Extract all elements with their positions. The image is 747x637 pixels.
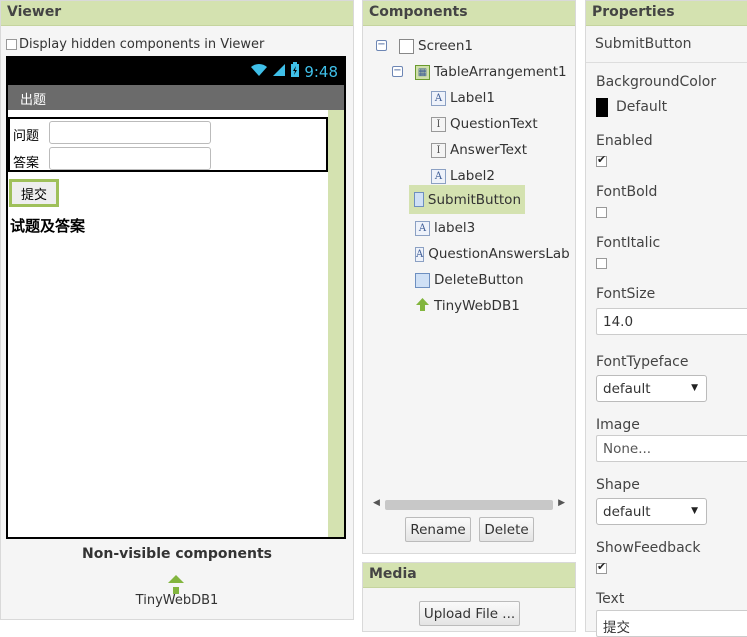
tree-item-label: TinyWebDB1 [434, 298, 520, 314]
fontitalic-label: FontItalic [596, 235, 661, 251]
tree-item-questionanswerslabel[interactable]: A QuestionAnswersLabe [415, 243, 570, 265]
tree-item-label: QuestionText [450, 116, 538, 132]
answer-text-input[interactable] [49, 147, 211, 170]
tinywebdb-icon [415, 297, 430, 316]
caret-down-icon: ▼ [691, 506, 698, 516]
upload-file-button[interactable]: Upload File ... [419, 601, 520, 626]
fonttypeface-value: default [603, 381, 651, 397]
table-arrangement[interactable]: 问题 答案 [8, 117, 328, 172]
backgroundcolor-label: BackgroundColor [596, 74, 717, 90]
viewer-panel: Viewer Display hidden components in View… [0, 0, 354, 620]
nonvisible-item-tinywebdb[interactable]: TinyWebDB1 [1, 593, 353, 608]
tree-item-questiontext[interactable]: I QuestionText [431, 113, 542, 135]
label-icon: A [431, 168, 446, 184]
screen-icon [399, 38, 414, 54]
tree-item-label: Label2 [450, 168, 496, 184]
backgroundcolor-swatch[interactable] [596, 98, 608, 117]
properties-panel: Properties SubmitButton BackgroundColor … [585, 0, 747, 637]
tree-item-label: Screen1 [418, 38, 474, 54]
viewer-header: Viewer [1, 1, 353, 26]
properties-header: Properties [586, 1, 747, 26]
components-panel: Components − Screen1 − ▦ TableArrangemen… [362, 0, 576, 554]
battery-icon [290, 62, 300, 81]
tree-item-tablearrangement1[interactable]: ▦ TableArrangement1 [415, 61, 571, 83]
enabled-checkbox[interactable] [596, 153, 607, 167]
image-label: Image [596, 417, 640, 433]
enabled-label: Enabled [596, 133, 653, 149]
tree-item-submitbutton[interactable]: SubmitButton [409, 185, 525, 214]
tinywebdb-arrow-head [168, 575, 184, 583]
phone-screen-body: 问题 答案 提交 试题及答案 [8, 110, 344, 537]
tree-item-label2[interactable]: A Label2 [431, 165, 499, 187]
backgroundcolor-value[interactable]: Default [616, 99, 667, 115]
display-hidden-label: Display hidden components in Viewer [19, 37, 265, 52]
scroll-thumb[interactable] [385, 500, 553, 510]
media-panel: Media Upload File ... [362, 562, 576, 632]
phone-status-bar: 9:48 [8, 58, 344, 85]
shape-label: Shape [596, 477, 640, 493]
media-header: Media [363, 563, 575, 588]
tinywebdb-icon[interactable] [168, 572, 184, 594]
tree-item-screen1[interactable]: Screen1 [399, 35, 477, 57]
tree-item-label: SubmitButton [427, 191, 521, 208]
tree-item-label3[interactable]: A label3 [415, 217, 479, 239]
wifi-icon [250, 63, 268, 80]
tree-item-label: QuestionAnswersLabe [428, 246, 570, 262]
display-hidden-checkbox-row[interactable]: Display hidden components in Viewer [6, 37, 264, 52]
phone-scrollbar[interactable] [328, 110, 344, 537]
showfeedback-checkbox[interactable] [596, 560, 607, 574]
tree-item-label: DeleteButton [434, 272, 524, 288]
phone-preview: 9:48 出题 问题 答案 提交 试题及答案 [6, 56, 346, 539]
tree-item-label: TableArrangement1 [434, 64, 567, 80]
fontsize-label: FontSize [596, 286, 656, 302]
signal-icon [272, 63, 286, 80]
fonttypeface-select[interactable]: default ▼ [596, 375, 707, 402]
rename-button[interactable]: Rename [405, 517, 471, 542]
display-hidden-checkbox[interactable] [6, 39, 17, 50]
scroll-right-icon[interactable]: ▶ [558, 498, 565, 508]
scroll-left-icon[interactable]: ◀ [373, 498, 380, 508]
properties-component-name: SubmitButton [586, 26, 747, 63]
label3-text[interactable]: 试题及答案 [10, 215, 85, 236]
components-horizontal-scrollbar[interactable]: ◀ ▶ [373, 498, 565, 510]
fontsize-input[interactable]: 14.0 [596, 308, 747, 335]
textbox-icon: I [431, 142, 446, 158]
fonttypeface-label: FontTypeface [596, 354, 689, 370]
answer-label[interactable]: 答案 [13, 152, 39, 171]
shape-value: default [603, 504, 651, 520]
table-arrangement-icon: ▦ [415, 64, 430, 80]
label-icon: A [415, 246, 425, 262]
phone-clock: 9:48 [304, 62, 338, 81]
components-header: Components [363, 1, 575, 26]
delete-button[interactable]: Delete [479, 517, 534, 542]
fontbold-checkbox[interactable] [596, 207, 607, 218]
tree-item-label1[interactable]: A Label1 [431, 87, 499, 109]
collapse-screen1-icon[interactable]: − [376, 40, 387, 51]
fontitalic-checkbox[interactable] [596, 258, 607, 269]
textbox-icon: I [431, 116, 446, 132]
text-label: Text [596, 591, 625, 607]
question-label[interactable]: 问题 [13, 125, 39, 144]
caret-down-icon: ▼ [691, 383, 698, 393]
shape-select[interactable]: default ▼ [596, 498, 707, 525]
nonvisible-components-title: Non-visible components [82, 546, 272, 562]
tree-item-label: label3 [434, 220, 476, 236]
label-icon: A [415, 220, 430, 236]
fontbold-label: FontBold [596, 184, 658, 200]
tree-item-tinywebdb1[interactable]: TinyWebDB1 [415, 295, 524, 317]
image-picker[interactable]: None... [596, 435, 747, 462]
button-icon [414, 192, 424, 207]
button-icon [415, 272, 430, 288]
question-text-input[interactable] [49, 121, 211, 144]
label-icon: A [431, 90, 446, 106]
phone-title-bar: 出题 [8, 85, 344, 110]
submit-button[interactable]: 提交 [9, 179, 59, 207]
tree-item-label: AnswerText [450, 142, 528, 158]
showfeedback-label: ShowFeedback [596, 540, 701, 556]
tree-item-answertext[interactable]: I AnswerText [431, 139, 531, 161]
text-input[interactable]: 提交 [596, 610, 747, 637]
collapse-tablearrangement-icon[interactable]: − [392, 66, 403, 77]
tree-item-label: Label1 [450, 90, 496, 106]
tree-item-deletebutton[interactable]: DeleteButton [415, 269, 528, 291]
